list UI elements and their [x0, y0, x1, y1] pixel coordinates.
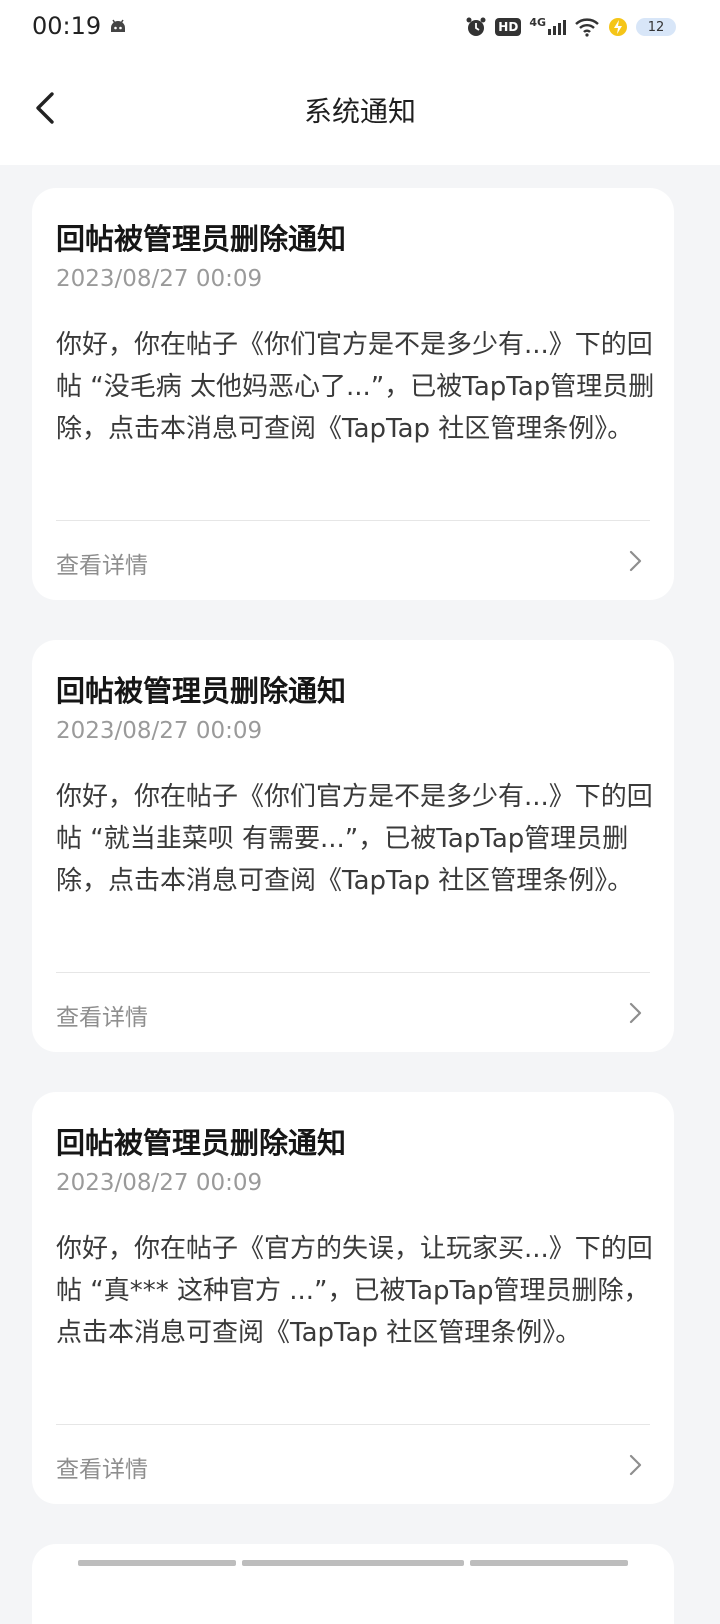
notification-body: 你好，你在帖子《你们官方是不是多少有...》下的回帖 “就当韭菜呗 有需要...… — [56, 782, 653, 896]
notification-card[interactable]: 回帖被管理员删除通知 2023/08/27 00:09 你好，你在帖子《你们官方… — [32, 640, 674, 1052]
view-details-button[interactable]: 查看详情 — [56, 1442, 650, 1488]
battery-saver-icon — [609, 18, 627, 36]
notification-card-partial[interactable] — [32, 1544, 674, 1624]
status-bar: 00:19 HD 4G 12 — [0, 0, 720, 60]
chevron-right-icon — [629, 1454, 642, 1476]
view-details-label: 查看详情 — [56, 1457, 148, 1483]
notification-card[interactable]: 回帖被管理员删除通知 2023/08/27 00:09 你好，你在帖子《官方的失… — [32, 1092, 674, 1504]
notification-list: 回帖被管理员删除通知 2023/08/27 00:09 你好，你在帖子《你们官方… — [32, 188, 674, 1544]
wifi-icon — [575, 18, 599, 37]
notification-card[interactable]: 回帖被管理员删除通知 2023/08/27 00:09 你好，你在帖子《你们官方… — [32, 188, 674, 600]
chevron-right-icon — [629, 550, 642, 572]
view-details-button[interactable]: 查看详情 — [56, 538, 650, 584]
hd-badge: HD — [495, 18, 522, 36]
loading-placeholder — [78, 1560, 628, 1566]
notification-time: 2023/08/27 00:09 — [56, 1170, 263, 1196]
divider — [56, 972, 650, 973]
notification-title: 回帖被管理员删除通知 — [56, 1126, 347, 1160]
signal-icon: 4G — [529, 16, 566, 35]
notification-body: 你好，你在帖子《你们官方是不是多少有...》下的回帖 “没毛病 太他妈恶心了..… — [56, 330, 655, 444]
status-icons: HD 4G 12 — [465, 14, 676, 40]
chevron-right-icon — [629, 1002, 642, 1024]
android-debug-icon — [111, 19, 125, 32]
notification-title: 回帖被管理员删除通知 — [56, 222, 347, 256]
view-details-label: 查看详情 — [56, 1005, 148, 1031]
header-bar: 系统通知 — [0, 60, 720, 165]
notification-time: 2023/08/27 00:09 — [56, 718, 263, 744]
divider — [56, 520, 650, 521]
divider — [56, 1424, 650, 1425]
page-title: 系统通知 — [303, 95, 416, 128]
notification-time: 2023/08/27 00:09 — [56, 266, 263, 292]
network-type: 4G — [529, 15, 546, 29]
view-details-label: 查看详情 — [56, 553, 148, 579]
status-time: 00:19 — [32, 12, 102, 40]
notification-body: 你好，你在帖子《官方的失误，让玩家买...》下的回帖 “真*** 这种官方 ..… — [56, 1234, 653, 1348]
battery-level: 12 — [636, 18, 676, 36]
notification-title: 回帖被管理员删除通知 — [56, 674, 347, 708]
alarm-icon — [466, 17, 486, 36]
view-details-button[interactable]: 查看详情 — [56, 990, 650, 1036]
